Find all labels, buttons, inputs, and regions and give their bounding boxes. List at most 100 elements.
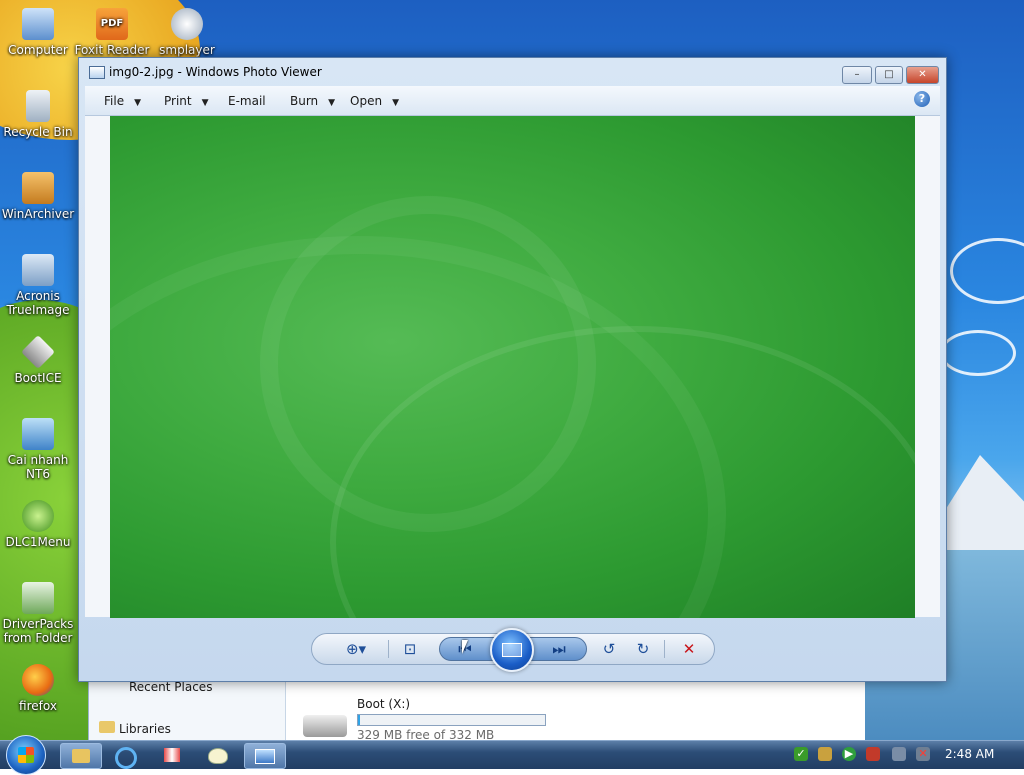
winarchiver-icon xyxy=(22,172,54,204)
desktop-icon-label: DriverPacks from Folder xyxy=(2,617,74,645)
menu-burn[interactable]: Burn ▼ xyxy=(290,94,335,108)
firefox-icon xyxy=(22,664,54,696)
desktop-icon-firefox[interactable]: firefox xyxy=(0,664,76,713)
menu-print[interactable]: Print ▼ xyxy=(164,94,209,108)
photo-viewer-app-icon xyxy=(89,66,105,79)
rotate-counterclockwise-icon[interactable]: ↺ xyxy=(596,634,622,664)
display-icon[interactable] xyxy=(892,747,906,761)
taskbar: ✓ ▶ ✕ 2:48 AM xyxy=(0,735,1024,775)
explorer-icon xyxy=(72,749,90,763)
desktop-icon-smplayer[interactable]: smplayer xyxy=(149,8,225,57)
viewer-toolbar: ⊕▾ ⊡ ⏮ ⏭ ↺ ↻ ✕ xyxy=(311,628,715,672)
smplayer-icon xyxy=(171,8,203,40)
toolbar-separator xyxy=(388,640,389,658)
minimize-button[interactable]: – xyxy=(842,66,872,84)
next-icon[interactable]: ⏭ xyxy=(544,634,574,664)
chevron-down-icon: ▼ xyxy=(134,98,142,108)
maximize-button[interactable]: □ xyxy=(875,66,903,84)
rotate-clockwise-icon[interactable]: ↻ xyxy=(630,634,656,664)
menu-email-label: E-mail xyxy=(228,94,266,108)
pdf-icon: PDF xyxy=(96,8,128,40)
desktop-icon-label: Acronis TrueImage xyxy=(6,289,70,317)
drive-icon xyxy=(303,715,347,737)
desktop-icon-label: smplayer xyxy=(159,43,215,57)
desktop-icon-acronis[interactable]: Acronis TrueImage xyxy=(0,254,76,317)
chevron-down-icon: ▼ xyxy=(201,98,209,108)
background-explorer-window: Recent Places Libraries Boot (X:) 329 MB… xyxy=(88,680,865,742)
menu-bar: File ▼ Print ▼ E-mail Burn ▼ Open ▼ ? xyxy=(85,86,940,116)
antivirus-icon[interactable]: ✓ xyxy=(794,747,808,761)
network-drive-icon[interactable] xyxy=(818,747,832,761)
paint-icon xyxy=(208,748,228,764)
zoom-icon[interactable]: ⊕▾ xyxy=(336,634,376,664)
ie-icon xyxy=(115,747,137,769)
toolbar-separator xyxy=(664,640,665,658)
image-viewport xyxy=(85,116,940,618)
taskbar-explorer-button[interactable] xyxy=(60,743,102,769)
help-icon[interactable]: ? xyxy=(914,91,930,107)
chevron-down-icon: ▼ xyxy=(328,98,336,108)
window-title: img0-2.jpg - Windows Photo Viewer xyxy=(109,65,322,79)
photo-viewer-window: img0-2.jpg - Windows Photo Viewer – □ ✕ … xyxy=(78,57,947,682)
menu-burn-label: Burn xyxy=(290,94,319,108)
volume-muted-icon[interactable]: ✕ xyxy=(916,747,930,761)
mouse-cursor xyxy=(462,640,474,654)
taskbar-hjsplit-button[interactable] xyxy=(152,743,192,767)
media-icon[interactable]: ▶ xyxy=(842,747,856,761)
desktop-icon-cai-nhanh[interactable]: Cai nhanh NT6 xyxy=(0,418,76,481)
explorer-nav-pane: Recent Places Libraries xyxy=(89,680,286,740)
flag-icon[interactable] xyxy=(866,747,880,761)
close-button[interactable]: ✕ xyxy=(906,66,939,84)
desktop-icon-winarchiver[interactable]: WinArchiver xyxy=(0,172,76,221)
taskbar-paint-button[interactable] xyxy=(198,743,238,767)
desktop-icon-label: Cai nhanh NT6 xyxy=(7,453,69,481)
clock[interactable]: 2:48 AM xyxy=(945,747,994,761)
acronis-icon xyxy=(22,254,54,286)
driverpacks-icon xyxy=(22,582,54,614)
desktop-icon-label: firefox xyxy=(19,699,57,713)
desktop-icon-bootice[interactable]: BootICE xyxy=(0,335,76,385)
desktop-icon-label: WinArchiver xyxy=(1,207,75,221)
wallpaper-cloud xyxy=(950,238,1024,304)
menu-print-label: Print xyxy=(164,94,192,108)
delete-icon[interactable]: ✕ xyxy=(676,634,702,664)
menu-file[interactable]: File ▼ xyxy=(104,94,141,108)
taskbar-ie-button[interactable] xyxy=(106,743,146,769)
bootice-icon xyxy=(21,335,55,369)
slideshow-icon xyxy=(502,643,522,657)
menu-email[interactable]: E-mail xyxy=(228,94,266,108)
desktop-icon-label: Computer xyxy=(8,43,68,57)
desktop-icon-label: BootICE xyxy=(14,371,62,385)
desktop-icon-dlc1menu[interactable]: DLC1Menu xyxy=(0,500,76,549)
nav-item-recent-places[interactable]: Recent Places xyxy=(129,680,212,694)
folder-icon xyxy=(99,721,115,733)
nav-item-libraries[interactable]: Libraries xyxy=(119,722,171,736)
desktop-icon-foxit-reader[interactable]: PDF Foxit Reader xyxy=(74,8,150,57)
desktop-icon-recycle-bin[interactable]: Recycle Bin xyxy=(0,90,76,139)
installer-icon xyxy=(22,418,54,450)
menu-file-label: File xyxy=(104,94,125,108)
taskbar-photo-viewer-button[interactable] xyxy=(244,743,286,769)
actual-size-icon[interactable]: ⊡ xyxy=(396,634,424,664)
desktop-icon-driverpacks[interactable]: DriverPacks from Folder xyxy=(0,582,76,645)
start-button[interactable] xyxy=(6,735,46,775)
computer-icon xyxy=(22,8,54,40)
desktop-icon-label: Recycle Bin xyxy=(3,125,73,139)
wallpaper-cloud xyxy=(940,330,1016,376)
drive-name[interactable]: Boot (X:) xyxy=(357,697,410,711)
dlc-icon xyxy=(22,500,54,532)
menu-open[interactable]: Open ▼ xyxy=(350,94,399,108)
drive-usage-fill xyxy=(358,715,360,725)
chevron-down-icon: ▼ xyxy=(392,98,399,108)
hjsplit-icon xyxy=(164,748,180,762)
drive-usage-bar xyxy=(357,714,546,726)
desktop-icon-label: DLC1Menu xyxy=(5,535,71,549)
desktop-icon-label: Foxit Reader xyxy=(74,43,150,57)
menu-open-label: Open xyxy=(350,94,383,108)
desktop-icon-computer[interactable]: Computer xyxy=(0,8,76,57)
windows-logo-icon xyxy=(18,747,34,763)
recycle-bin-icon xyxy=(26,90,50,122)
title-bar[interactable]: img0-2.jpg - Windows Photo Viewer – □ ✕ xyxy=(79,58,946,86)
slideshow-button[interactable] xyxy=(490,628,534,672)
displayed-photo[interactable] xyxy=(110,116,915,618)
